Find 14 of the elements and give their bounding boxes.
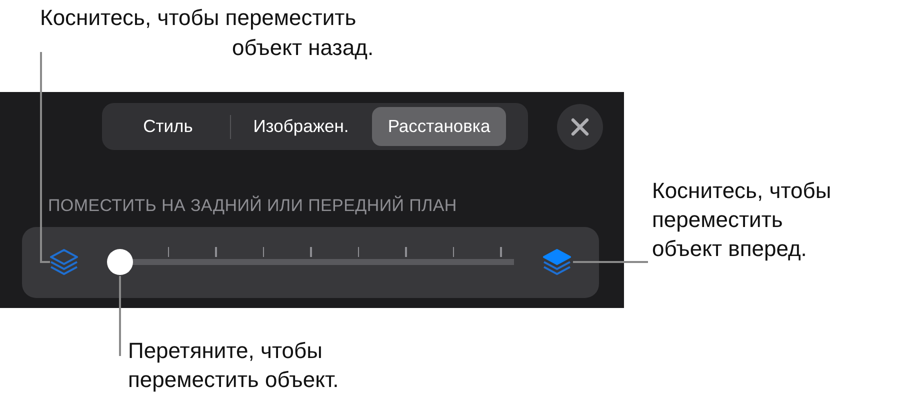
section-header: ПОМЕСТИТЬ НА ЗАДНИЙ ИЛИ ПЕРЕДНИЙ ПЛАН [48, 194, 457, 217]
callout-text: Коснитесь, чтобы [652, 177, 832, 205]
callout-text: Перетяните, чтобы [128, 337, 322, 365]
callout-text: переместить объект. [128, 366, 339, 394]
callout-text: объект назад. [232, 34, 374, 62]
callout-text: Коснитесь, чтобы переместить [40, 4, 356, 32]
bring-forward-icon[interactable] [542, 248, 572, 278]
tab[interactable]: Стиль [106, 107, 230, 146]
close-icon [570, 117, 590, 137]
tab[interactable]: Изображен. [231, 107, 371, 146]
callout-text: объект вперед. [652, 235, 807, 263]
tab[interactable]: Расстановка [372, 107, 506, 146]
slider-thumb[interactable] [107, 249, 133, 275]
callout-text: переместить [652, 206, 783, 234]
